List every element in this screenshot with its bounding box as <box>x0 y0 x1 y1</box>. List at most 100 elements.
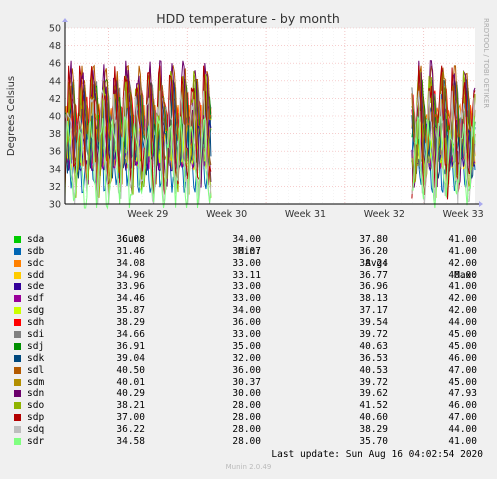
legend-max: 45.00 <box>448 329 477 341</box>
legend-min: 28.00 <box>232 436 261 448</box>
legend-name: sdi <box>27 329 45 341</box>
legend-max: 40.00 <box>448 269 477 281</box>
legend-cur: 34.46 <box>116 293 145 305</box>
legend-row-sdn: sdn 40.29 30.00 39.62 47.93 <box>0 388 497 400</box>
legend-avg: 39.54 <box>359 317 388 329</box>
legend-row-sdi: sdi 34.66 33.00 39.72 45.00 <box>0 329 497 341</box>
legend-row-sdj: sdj 36.91 35.00 40.63 45.00 <box>0 341 497 353</box>
legend-cur: 34.96 <box>116 269 145 281</box>
legend-avg: 36.20 <box>359 245 388 257</box>
legend-min: 30.07 <box>232 245 261 257</box>
legend-avg: 35.70 <box>359 436 388 448</box>
legend-swatch <box>14 247 21 255</box>
x-tick-label: Week 30 <box>206 209 247 220</box>
legend-name: sde <box>27 281 45 293</box>
legend-max: 47.00 <box>448 412 477 424</box>
legend-cur: 38.29 <box>116 317 145 329</box>
y-tick-label: 42 <box>49 94 61 105</box>
legend-min: 33.11 <box>232 269 261 281</box>
legend-row-sdg: sdg 35.87 34.00 37.17 42.00 <box>0 305 497 317</box>
legend-cur: 34.58 <box>116 436 145 448</box>
legend-avg: 36.53 <box>359 352 388 364</box>
legend-swatch <box>14 235 21 243</box>
legend-max: 47.93 <box>448 388 477 400</box>
legend-name: sdl <box>27 364 45 376</box>
legend-swatch <box>14 378 21 386</box>
y-tick-label: 36 <box>49 147 61 158</box>
legend-max: 42.00 <box>448 305 477 317</box>
legend-row-sdc: sdc 34.08 33.00 38.24 42.00 <box>0 258 497 270</box>
legend-avg: 36.77 <box>359 269 388 281</box>
legend-avg: 40.60 <box>359 412 388 424</box>
legend-cur: 40.50 <box>116 364 145 376</box>
legend-min: 28.00 <box>232 412 261 424</box>
legend-table: Cur: Min: Avg: Max: sda 36.08 34.00 37.80 41… <box>0 222 497 448</box>
legend-min: 30.00 <box>232 388 261 400</box>
y-tick-label: 30 <box>49 200 61 211</box>
legend-avg: 37.80 <box>359 233 388 245</box>
legend-name: sdf <box>27 293 45 305</box>
legend-swatch <box>14 307 21 315</box>
last-update: Last update: Sun Aug 16 04:02:54 2020 <box>271 449 483 460</box>
legend-cur: 38.21 <box>116 400 145 412</box>
legend-max: 41.00 <box>448 233 477 245</box>
legend-avg: 38.29 <box>359 424 388 436</box>
legend-name: sdn <box>27 388 45 400</box>
legend-min: 28.00 <box>232 424 261 436</box>
x-tick-label: Week 31 <box>285 209 326 220</box>
legend-max: 44.00 <box>448 424 477 436</box>
legend-avg: 36.96 <box>359 281 388 293</box>
legend-swatch <box>14 283 21 291</box>
legend-avg: 40.63 <box>359 340 388 352</box>
legend-swatch <box>14 319 21 327</box>
legend-max: 45.00 <box>448 340 477 352</box>
legend-row-sdk: sdk 39.04 32.00 36.53 46.00 <box>0 353 497 365</box>
legend-cur: 40.29 <box>116 388 145 400</box>
legend-name: sdm <box>27 376 45 388</box>
legend-cur: 40.01 <box>116 376 145 388</box>
legend-name: sdj <box>27 340 45 352</box>
y-tick-label: 34 <box>49 164 61 175</box>
legend-avg: 39.72 <box>359 329 388 341</box>
legend-name: sdh <box>27 317 45 329</box>
legend-row-sdr: sdr 34.58 28.00 35.70 41.00 <box>0 436 497 448</box>
legend-row-sdq: sdq 36.22 28.00 38.29 44.00 <box>0 424 497 436</box>
x-tick-label: Week 33 <box>443 209 484 220</box>
legend-name: sdc <box>27 257 45 269</box>
legend-name: sdp <box>27 412 45 424</box>
legend-swatch <box>14 295 21 303</box>
legend-cur: 31.46 <box>116 245 145 257</box>
legend-swatch <box>14 414 21 422</box>
legend-min: 30.37 <box>232 376 261 388</box>
legend-row-sdf: sdf 34.46 33.00 38.13 42.00 <box>0 293 497 305</box>
legend-name: sdq <box>27 424 45 436</box>
x-axis-arrow <box>479 201 483 207</box>
legend-row-sdb: sdb 31.46 30.07 36.20 41.00 <box>0 246 497 258</box>
legend-row-sdp: sdp 37.00 28.00 40.60 47.00 <box>0 412 497 424</box>
legend-max: 41.00 <box>448 436 477 448</box>
legend-swatch <box>14 331 21 339</box>
legend-cur: 37.00 <box>116 412 145 424</box>
legend-swatch <box>14 271 21 279</box>
y-axis-arrow <box>62 18 68 22</box>
y-tick-label: 50 <box>49 24 61 35</box>
legend-name: sda <box>27 233 45 245</box>
munin-version: Munin 2.0.49 <box>225 463 272 471</box>
legend-name: sdd <box>27 269 45 281</box>
y-tick-label: 48 <box>49 41 61 52</box>
y-tick-label: 46 <box>49 59 61 70</box>
legend-swatch <box>14 354 21 362</box>
legend-row-sda: sda 36.08 34.00 37.80 41.00 <box>0 234 497 246</box>
legend-cur: 35.87 <box>116 305 145 317</box>
legend-cur: 36.22 <box>116 424 145 436</box>
legend-row-sdl: sdl 40.50 36.00 40.53 47.00 <box>0 365 497 377</box>
y-tick-label: 40 <box>49 112 61 123</box>
legend-max: 44.00 <box>448 317 477 329</box>
legend-swatch <box>14 342 21 350</box>
legend-row-sdm: sdm 40.01 30.37 39.72 45.00 <box>0 377 497 389</box>
legend-avg: 40.53 <box>359 364 388 376</box>
legend-avg: 41.52 <box>359 400 388 412</box>
y-tick-label: 32 <box>49 182 61 193</box>
legend-swatch <box>14 402 21 410</box>
legend-cur: 34.08 <box>116 257 145 269</box>
